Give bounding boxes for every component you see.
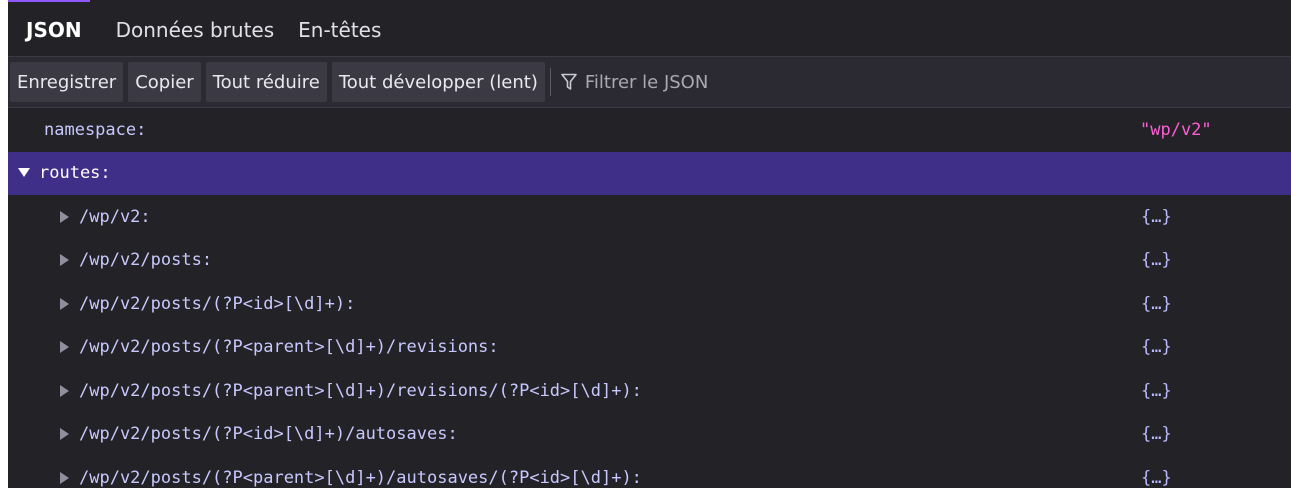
tree-row[interactable]: /wp/v2: {…}: [8, 195, 1291, 239]
filter-json-input[interactable]: [584, 71, 985, 93]
tree-key: /wp/v2:: [79, 206, 151, 227]
tree-row[interactable]: /wp/v2/posts/(?P<parent>[\d]+)/autosaves…: [8, 456, 1291, 488]
toolbar: Enregistrer Copier Tout réduire Tout dév…: [8, 56, 1291, 108]
save-button[interactable]: Enregistrer: [10, 62, 124, 102]
collapsed-triangle-icon[interactable]: [58, 384, 70, 397]
tree-key: /wp/v2/posts/(?P<id>[\d]+):: [79, 293, 356, 314]
json-viewer: JSON Données brutes En-têtes Enregistrer…: [8, 0, 1291, 488]
tree-row[interactable]: /wp/v2/posts/(?P<id>[\d]+)/autosaves: {……: [8, 413, 1291, 457]
collapsed-triangle-icon[interactable]: [58, 297, 70, 310]
copy-button[interactable]: Copier: [128, 62, 201, 102]
json-tree: namespace: "wp/v2" routes: /wp/v2: {…} /…: [8, 108, 1291, 488]
tree-row[interactable]: /wp/v2/posts/(?P<parent>[\d]+)/revisions…: [8, 369, 1291, 413]
tree-key: /wp/v2/posts/(?P<parent>[\d]+)/autosaves…: [79, 467, 642, 488]
active-tab-indicator: [8, 0, 90, 2]
toolbar-separator: [549, 68, 551, 96]
tree-value-object: {…}: [1141, 467, 1172, 488]
filter-icon: [561, 73, 577, 90]
tree-value-string: "wp/v2": [1140, 119, 1212, 140]
tab-bar: JSON Données brutes En-têtes: [8, 0, 1291, 56]
tree-key: /wp/v2/posts/(?P<parent>[\d]+)/revisions…: [79, 380, 642, 401]
collapsed-triangle-icon[interactable]: [58, 471, 70, 484]
tree-row[interactable]: /wp/v2/posts: {…}: [8, 239, 1291, 283]
tree-key: /wp/v2/posts/(?P<id>[\d]+)/autosaves:: [79, 424, 458, 445]
tree-value-object: {…}: [1141, 250, 1172, 271]
tree-value-object: {…}: [1141, 380, 1172, 401]
filter-box[interactable]: [561, 62, 1291, 102]
tree-value-object: {…}: [1141, 293, 1172, 314]
tree-value-object: {…}: [1141, 206, 1172, 227]
collapsed-triangle-icon[interactable]: [58, 341, 70, 354]
collapsed-triangle-icon[interactable]: [58, 254, 70, 267]
tab-raw-data[interactable]: Données brutes: [104, 4, 287, 56]
tab-headers[interactable]: En-têtes: [286, 4, 393, 56]
tree-key: /wp/v2/posts/(?P<parent>[\d]+)/revisions…: [79, 337, 499, 358]
collapsed-triangle-icon[interactable]: [58, 428, 70, 441]
tree-key: routes:: [39, 163, 111, 184]
tree-value-object: {…}: [1141, 424, 1172, 445]
tree-key: namespace:: [44, 119, 147, 140]
tree-row-namespace[interactable]: namespace: "wp/v2": [8, 108, 1291, 152]
tree-row[interactable]: /wp/v2/posts/(?P<parent>[\d]+)/revisions…: [8, 326, 1291, 370]
collapsed-triangle-icon[interactable]: [58, 210, 70, 223]
expand-all-button[interactable]: Tout développer (lent): [331, 62, 545, 102]
tree-key: /wp/v2/posts:: [79, 250, 213, 271]
tree-row-routes[interactable]: routes:: [8, 151, 1291, 195]
tree-value-object: {…}: [1141, 337, 1172, 358]
tab-json[interactable]: JSON: [8, 4, 104, 56]
expanded-triangle-icon[interactable]: [18, 167, 30, 179]
collapse-all-button[interactable]: Tout réduire: [205, 62, 327, 102]
tree-row[interactable]: /wp/v2/posts/(?P<id>[\d]+): {…}: [8, 282, 1291, 326]
